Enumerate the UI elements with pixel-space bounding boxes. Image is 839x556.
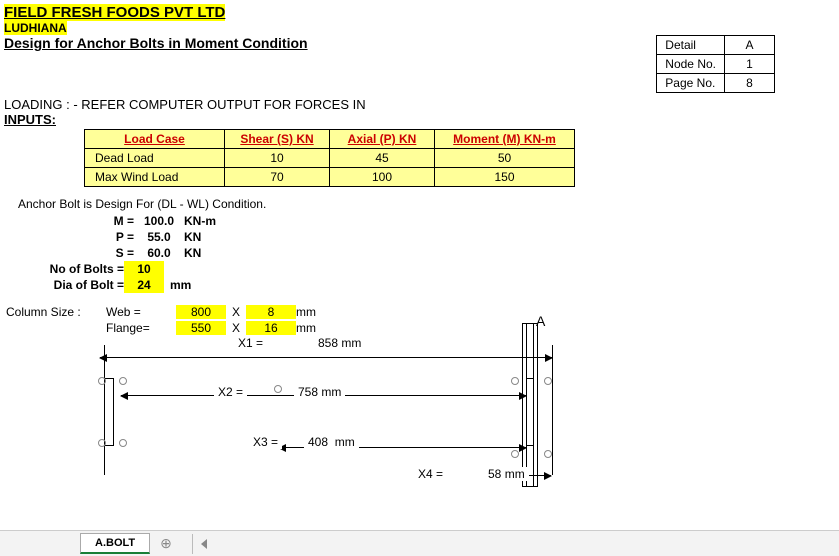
table-row: Dead Load 10 45 50 [85, 149, 575, 168]
design-condition: Anchor Bolt is Design For (DL - WL) Cond… [18, 197, 835, 211]
company-title: FIELD FRESH FOODS PVT LTD [4, 4, 835, 21]
add-sheet-button[interactable]: ⊕ [160, 535, 172, 552]
bolt-hole [511, 377, 519, 385]
bolt-hole [98, 377, 106, 385]
anchor-bolt-diagram: A X1 = 858 mm X2 = 758 mm X3 = [104, 335, 674, 495]
design-m: M =100.0KN-m [74, 213, 835, 229]
bolt-hole [511, 450, 519, 458]
bolt-hole [274, 385, 282, 393]
hscroll-left-icon[interactable] [201, 539, 207, 549]
inputs-heading: INPUTS: [4, 112, 835, 127]
bolt-hole [119, 377, 127, 385]
detail-box: DetailA Node No.1 Page No.8 [656, 35, 775, 93]
doc-title: Design for Anchor Bolts in Moment Condit… [4, 35, 308, 51]
no-of-bolts: No of Bolts =10 [24, 261, 835, 277]
column-size: Column Size : Web = 800 X 8 mm Flange= 5… [6, 305, 835, 335]
design-s: S =60.0KN [74, 245, 835, 261]
dia-of-bolt: Dia of Bolt =24mm [24, 277, 835, 293]
location: LUDHIANA [4, 21, 835, 35]
sheet-tab-bar: A.BOLT ⊕ [0, 530, 839, 556]
bolt-hole [544, 450, 552, 458]
loads-table: Load Case Shear (S) KN Axial (P) KN Mome… [84, 129, 575, 187]
bolt-hole [544, 377, 552, 385]
sheet-tab-abolt[interactable]: A.BOLT [80, 533, 150, 554]
loading-note: LOADING : - REFER COMPUTER OUTPUT FOR FO… [4, 97, 835, 112]
dim-x1 [100, 357, 552, 358]
bolt-hole [98, 439, 106, 447]
bolt-hole [119, 439, 127, 447]
table-row: Max Wind Load 70 100 150 [85, 168, 575, 187]
design-p: P =55.0KN [74, 229, 835, 245]
